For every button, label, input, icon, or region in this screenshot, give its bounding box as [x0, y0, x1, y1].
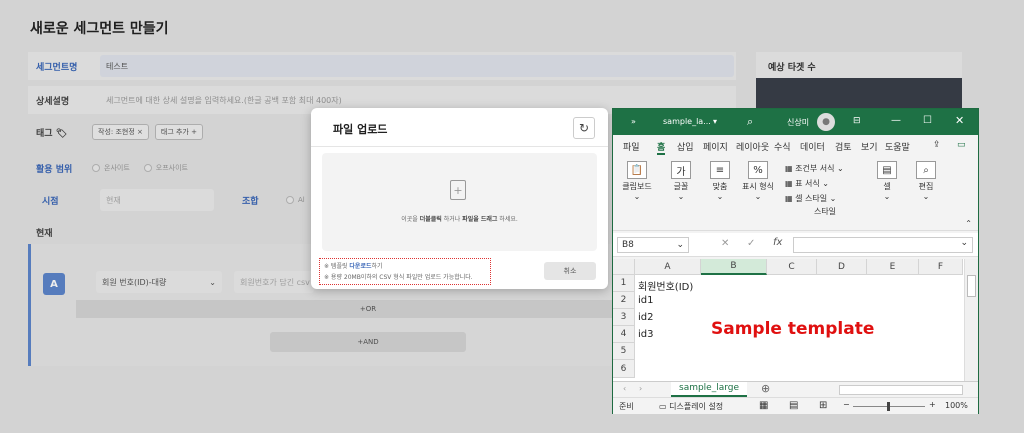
prev-sheet-icon[interactable]: ‹ — [623, 384, 626, 393]
maximize-icon[interactable]: ☐ — [923, 115, 932, 126]
sample-template-annotation: Sample template — [711, 319, 875, 339]
font-icon: 가 — [671, 161, 691, 179]
cell-a3[interactable]: id2 — [638, 312, 654, 323]
tab-insert[interactable]: 삽입 — [677, 140, 694, 153]
column-header[interactable]: F — [919, 259, 963, 275]
formula-input[interactable]: ⌄ — [793, 237, 973, 253]
modal-title: 파일 업로드 — [333, 123, 388, 136]
status-bar: 준비 ▭ 디스플레이 설정 ▦ ▤ ⊞ − + 100% — [613, 397, 978, 414]
minimize-icon[interactable]: — — [891, 115, 901, 126]
tab-review[interactable]: 검토 — [835, 140, 852, 153]
font-group[interactable]: 가 글꼴 ⌄ — [663, 161, 699, 201]
column-header[interactable]: D — [817, 259, 867, 275]
sheet-tab[interactable]: sample_large — [671, 382, 748, 397]
name-box[interactable]: B8 ⌄ — [617, 237, 689, 253]
row-header[interactable]: 2 — [613, 292, 635, 309]
tab-page[interactable]: 페이지 — [703, 140, 728, 153]
ribbon: 📋 클립보드 ⌄ 가 글꼴 ⌄ ≡ 맞춤 ⌄ % 표시 형식 ⌄ ▦ 조건부 서식 ⌄ ▦ 표 … — [613, 157, 978, 231]
zoom-thumb[interactable] — [887, 402, 890, 411]
style-group: ▦ 조건부 서식 ⌄ ▦ 표 서식 ⌄ ▦ 셀 스타일 ⌄ 스타일 — [785, 161, 865, 219]
excel-filename: sample_la... — [663, 117, 711, 126]
comment-icon[interactable]: ▭ — [957, 140, 966, 150]
conditional-format-button[interactable]: ▦ 조건부 서식 ⌄ — [785, 161, 865, 176]
horizontal-scrollbar[interactable] — [839, 385, 963, 395]
excel-titlebar: » sample_la... ▾ ⌕ 신상미 ● ⊟ — ☐ ✕ — [613, 109, 978, 135]
zoom-level: 100% — [945, 401, 968, 410]
function-icon[interactable]: fx — [773, 237, 782, 248]
align-icon: ≡ — [710, 161, 730, 179]
template-download-link[interactable]: 다운로드 — [349, 263, 371, 270]
avatar[interactable]: ● — [817, 113, 835, 131]
row-header[interactable]: 4 — [613, 326, 635, 343]
formula-bar: B8 ⌄ ✕ ✓ fx ⌄ — [613, 233, 978, 257]
cell-a2[interactable]: id1 — [638, 295, 654, 306]
tab-layout[interactable]: 레이아웃 — [736, 140, 770, 153]
vertical-scrollbar[interactable] — [964, 259, 978, 381]
row-header[interactable]: 1 — [613, 275, 635, 292]
file-upload-modal: 파일 업로드 ↻ + 이곳을 더블클릭 하거나 파일을 드래그 하세요. ※ 템… — [311, 108, 608, 289]
clipboard-icon: 📋 — [627, 161, 647, 179]
cells-icon: ▤ — [877, 161, 897, 179]
row-header[interactable]: 3 — [613, 309, 635, 326]
share-icon[interactable]: ⇪ — [933, 140, 941, 150]
clipboard-group[interactable]: 📋 클립보드 ⌄ — [619, 161, 655, 201]
tab-help[interactable]: 도움말 — [885, 140, 910, 153]
cells-group[interactable]: ▤ 셀 ⌄ — [875, 161, 899, 201]
row-header[interactable]: 5 — [613, 343, 635, 360]
chevron-down-icon: ⌄ — [676, 240, 684, 250]
row-header[interactable]: 6 — [613, 360, 635, 378]
chevron-down-icon: ⌄ — [960, 238, 968, 248]
enter-icon[interactable]: ✓ — [747, 238, 755, 249]
search-icon: ⌕ — [916, 161, 936, 179]
cancel-button[interactable]: 취소 — [544, 262, 596, 280]
cell-a4[interactable]: id3 — [638, 329, 654, 340]
tab-view[interactable]: 보기 — [861, 140, 878, 153]
column-header[interactable]: E — [867, 259, 919, 275]
file-add-icon: + — [450, 180, 466, 200]
next-sheet-icon[interactable]: › — [639, 384, 642, 393]
page-layout-icon[interactable]: ▤ — [789, 400, 798, 411]
excel-user: 신상미 — [787, 118, 810, 127]
align-group[interactable]: ≡ 맞춤 ⌄ — [705, 161, 735, 201]
tab-home[interactable]: 홈 — [657, 140, 666, 155]
select-all-corner[interactable] — [613, 259, 635, 275]
refresh-icon[interactable]: ↻ — [573, 117, 595, 139]
page-break-icon[interactable]: ⊞ — [819, 400, 827, 411]
edit-group[interactable]: ⌕ 편집 ⌄ — [913, 161, 939, 201]
search-icon[interactable]: ⌕ — [747, 115, 753, 129]
ribbon-collapse-icon[interactable]: ⌃ — [965, 219, 972, 228]
modal-divider — [311, 146, 608, 147]
display-settings-button[interactable]: ▭ 디스플레이 설정 — [659, 401, 723, 412]
style-group-label: 스타일 — [813, 207, 837, 216]
filename-dropdown-icon[interactable]: ▾ — [713, 117, 717, 126]
table-format-button[interactable]: ▦ 표 서식 ⌄ — [785, 176, 865, 191]
file-drop-zone[interactable] — [322, 153, 597, 251]
column-header[interactable]: C — [767, 259, 817, 275]
tab-file[interactable]: 파일 — [623, 140, 640, 153]
cell-a1[interactable]: 회원번호(ID) — [638, 278, 693, 293]
add-sheet-icon[interactable]: ⊕ — [761, 382, 770, 395]
ribbon-display-icon[interactable]: ⊟ — [853, 116, 861, 126]
monitor-icon: ▭ — [659, 402, 667, 411]
column-header[interactable]: B — [701, 259, 767, 275]
sheet-tab-bar: ‹ › sample_large ⊕ — [613, 381, 978, 397]
percent-icon: % — [748, 161, 768, 179]
number-group[interactable]: % 표시 형식 ⌄ — [741, 161, 775, 201]
zoom-in-icon[interactable]: + — [929, 400, 936, 409]
close-icon[interactable]: ✕ — [955, 114, 964, 127]
drop-instruction: 이곳을 더블클릭 하거나 파일을 드래그 하세요. — [401, 216, 518, 223]
normal-view-icon[interactable]: ▦ — [759, 400, 768, 411]
cancel-icon[interactable]: ✕ — [721, 238, 729, 249]
ribbon-tabs: 파일 홈 삽입 페이지 레이아웃 수식 데이터 검토 보기 도움말 ⇪ ▭ — [613, 135, 978, 157]
excel-window: » sample_la... ▾ ⌕ 신상미 ● ⊟ — ☐ ✕ 파일 홈 삽입… — [612, 108, 979, 414]
quick-access-icon: » — [631, 117, 636, 126]
tab-formulas[interactable]: 수식 — [774, 140, 791, 153]
upload-notes: ※ 템플릿 다운로드하기 ※ 용량 20MB이하의 CSV 형식 파일만 업로드… — [319, 258, 491, 285]
column-header[interactable]: A — [635, 259, 701, 275]
status-ready: 준비 — [619, 402, 634, 411]
zoom-out-icon[interactable]: − — [843, 400, 850, 409]
tab-data[interactable]: 데이터 — [800, 140, 825, 153]
